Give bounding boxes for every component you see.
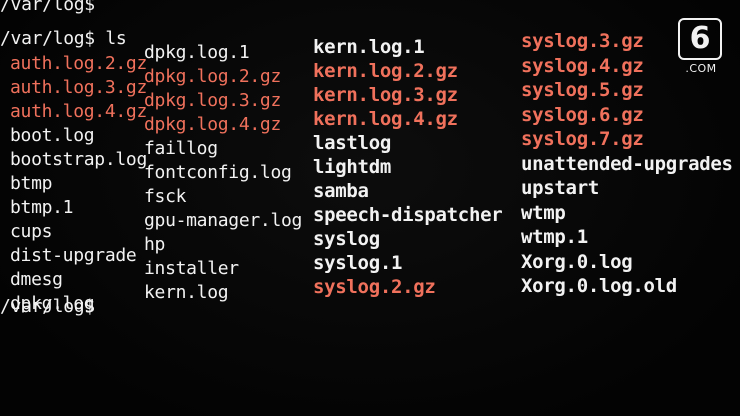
file-entry: samba [313, 180, 369, 202]
file-entry: dpkg.log.2.gz [144, 66, 281, 87]
watermark-domain: .COM [685, 62, 717, 75]
file-entry: syslog.2.gz [313, 276, 436, 298]
file-entry: syslog [313, 228, 380, 250]
file-entry: cups [10, 221, 53, 242]
file-entry: auth.log.4.gz [10, 101, 147, 122]
file-entry: kern.log.1 [313, 36, 425, 58]
file-entry: btmp.1 [10, 197, 74, 218]
file-entry: syslog.7.gz [521, 128, 644, 150]
file-entry: upstart [521, 177, 599, 199]
file-entry: fontconfig.log [144, 162, 292, 183]
file-entry: dpkg.log.4.gz [144, 114, 281, 135]
file-entry: dmesg [10, 269, 63, 290]
file-entry: gpu-manager.log [144, 210, 303, 231]
file-entry: auth.log.3.gz [10, 77, 147, 98]
file-entry: Xorg.0.log [521, 250, 633, 273]
file-entry: bootstrap.log [10, 149, 147, 170]
file-entry: installer [144, 258, 239, 279]
file-entry: kern.log.4.gz [313, 108, 458, 130]
file-entry: kern.log.3.gz [313, 84, 458, 106]
file-entry: btmp [10, 173, 53, 194]
file-entry: unattended-upgrades [521, 152, 733, 175]
file-entry: auth.log.2.gz [10, 53, 147, 74]
terminal-window[interactable]: /var/log$ /var/log$ ls auth.log.2.gz auth… [0, 0, 740, 416]
prompt-line-bottom: /var/log$ [0, 296, 95, 317]
command-line: /var/log$ ls [0, 28, 127, 49]
file-entry: dpkg.log.3.gz [144, 90, 281, 111]
file-entry: syslog.1 [313, 252, 403, 274]
file-entry: faillog [144, 138, 218, 159]
file-entry: dpkg.log.1 [144, 42, 250, 63]
file-entry: dist-upgrade [10, 245, 137, 266]
file-entry: syslog.3.gz [521, 30, 644, 52]
watermark-logo: 6 [678, 18, 722, 60]
file-entry: boot.log [10, 125, 95, 146]
file-entry: syslog.5.gz [521, 79, 644, 101]
file-entry: Xorg.0.log.old [521, 275, 677, 297]
file-entry: lastlog [313, 132, 391, 154]
watermark-glyph: 6 [689, 21, 711, 56]
file-entry: kern.log [144, 282, 229, 303]
file-entry: syslog.6.gz [521, 103, 644, 126]
file-entry: speech-dispatcher [313, 204, 503, 226]
file-entry: lightdm [313, 156, 391, 178]
prompt-line-top: /var/log$ [0, 0, 95, 15]
file-entry: hp [144, 234, 166, 255]
file-entry: wtmp.1 [521, 226, 588, 248]
file-entry: syslog.4.gz [521, 54, 644, 77]
file-entry: wtmp [521, 201, 566, 224]
file-entry: fsck [144, 186, 187, 207]
file-entry: kern.log.2.gz [313, 60, 458, 82]
